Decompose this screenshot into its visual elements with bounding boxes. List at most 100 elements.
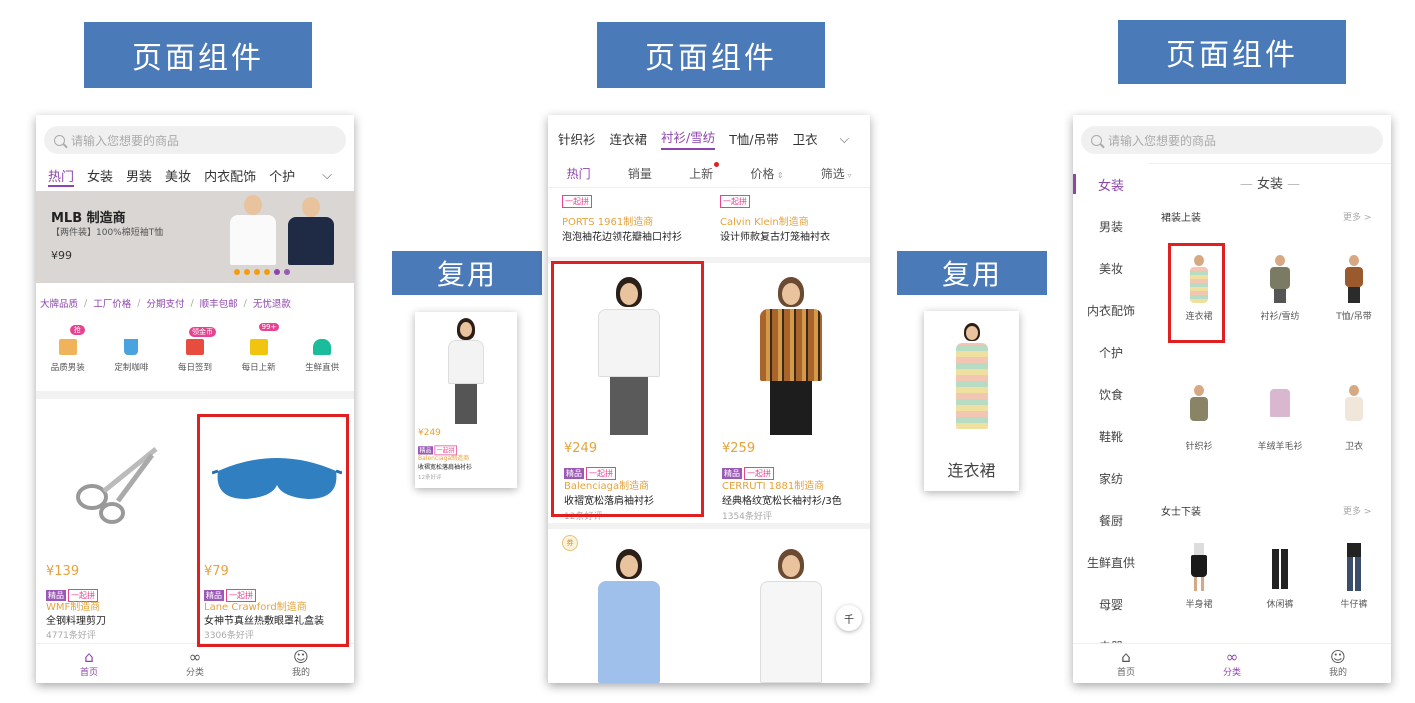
custom-coffee-icon	[124, 339, 139, 355]
partial-product-card[interactable]: 券	[548, 529, 708, 683]
icon-badge: 99+	[258, 323, 280, 331]
sidebar-item-food[interactable]: 饮食	[1073, 373, 1149, 415]
partial-product-card[interactable]: 一起拼 PORTS 1961制造商 泡泡袖花边领花瓣袖口衬衫	[548, 191, 708, 255]
sidebar-item-women[interactable]: 女装	[1073, 163, 1149, 205]
filter-label: 筛选	[820, 167, 845, 181]
more-link[interactable]: 更多 >	[1343, 210, 1371, 223]
category-thumb-jeans[interactable]: 牛仔裤	[1324, 543, 1384, 610]
nav-tab-hot[interactable]: 热门	[48, 166, 74, 185]
search-input[interactable]: 请输入您想要的商品	[1081, 126, 1383, 154]
divider	[36, 391, 354, 399]
category-thumb-hoodie[interactable]: 卫衣	[1324, 385, 1384, 452]
product-image	[756, 549, 826, 683]
more-link[interactable]: 更多 >	[1343, 504, 1371, 517]
sort-sales[interactable]: 销量	[628, 165, 652, 182]
skirt-image	[1188, 543, 1210, 591]
sidebar-item-care[interactable]: 个护	[1073, 331, 1149, 373]
shirt-image	[1269, 255, 1291, 303]
shortcut-custom-coffee[interactable]: 定制咖啡	[103, 325, 159, 385]
nav-tab-underwear[interactable]: 内衣配饰	[204, 166, 256, 185]
sidebar-item-fresh[interactable]: 生鲜直供	[1073, 541, 1149, 583]
product-card[interactable]: ¥259 精品 一起拼 CERRUTI 1881制造商 经典格纹宽松长袖衬衫/3色…	[710, 263, 870, 523]
tab-home[interactable]: ⌂ 首页	[1096, 649, 1156, 678]
chevron-down-icon[interactable]: ⌵	[840, 131, 849, 147]
coupon-badge-icon: 券	[562, 535, 578, 551]
tab-label: 我的	[291, 668, 310, 678]
sidebar-item-kitchen[interactable]: 餐厨	[1073, 499, 1149, 541]
subcategory-dress[interactable]: 连衣裙	[610, 129, 648, 148]
shortcut-label: 每日上新	[241, 363, 276, 373]
scroll-to-top-button[interactable]: 千	[836, 605, 862, 631]
bottom-tab-bar: ⌂ 首页 ∞ 分类 ☺ 我的	[1073, 643, 1391, 683]
sidebar-item-shoes[interactable]: 鞋靴	[1073, 415, 1149, 457]
feature-separator: /	[84, 297, 88, 309]
tab-label: 分类	[1222, 668, 1241, 678]
sidebar-item-men[interactable]: 男装	[1073, 205, 1149, 247]
pants-image	[1269, 543, 1291, 591]
sidebar-item-beauty[interactable]: 美妆	[1073, 247, 1149, 289]
sidebar-item-underwear[interactable]: 内衣配饰	[1073, 289, 1149, 331]
shortcut-fresh-supply[interactable]: 生鲜直供	[294, 325, 350, 385]
highlight-box	[1168, 243, 1225, 343]
highlight-box	[551, 261, 704, 517]
shortcut-daily-checkin[interactable]: 领金币 每日签到	[167, 325, 223, 385]
nav-tab-care[interactable]: 个护	[269, 166, 295, 185]
tab-mine[interactable]: ☺ 我的	[1308, 649, 1368, 678]
icon-badge: 抢	[69, 325, 85, 335]
tab-label: 我的	[1328, 668, 1347, 678]
subcategory-tshirt[interactable]: T恤/吊带	[729, 129, 778, 148]
shortcut-label: 每日签到	[177, 363, 212, 373]
filter-button[interactable]: 筛选 ▿	[821, 165, 852, 182]
category-thumb-shirt[interactable]: 衬衫/雪纺	[1250, 255, 1310, 322]
tab-home[interactable]: ⌂ 首页	[59, 649, 119, 678]
shortcut-label: 品质男装	[50, 363, 85, 373]
shortcut-quality-menswear[interactable]: 抢 品质男装	[40, 325, 96, 385]
category-thumb-casual-pants[interactable]: 休闲裤	[1250, 543, 1310, 610]
scissors-image	[64, 439, 164, 529]
product-card[interactable]: ¥139 精品 一起拼 WMF制造商 全钢料理剪刀 4771条好评	[36, 399, 194, 643]
thumb-label: 羊绒羊毛衫	[1257, 442, 1303, 452]
search-input[interactable]: 请输入您想要的商品	[44, 126, 346, 154]
feature-item: 工厂价格	[93, 299, 132, 310]
category-thumb-knitwear[interactable]: 针织衫	[1169, 385, 1229, 452]
product-name: 经典格纹宽松长袖衬衫/3色	[722, 496, 842, 507]
tab-category[interactable]: ∞ 分类	[1202, 649, 1262, 678]
sort-new[interactable]: 上新	[689, 162, 720, 182]
reuse-label-1: 复用	[392, 251, 542, 295]
category-thumb-tshirt[interactable]: T恤/吊带	[1324, 255, 1384, 322]
promo-banner[interactable]: MLB 制造商 【两件装】100%棉短袖T恤 ¥99	[36, 191, 354, 283]
dress-image	[954, 323, 990, 433]
product-brand: Balenciaga制造商	[418, 455, 470, 462]
nav-tab-beauty[interactable]: 美妆	[165, 166, 191, 185]
subcategory-shirt[interactable]: 衬衫/雪纺	[661, 127, 716, 150]
category-icon: ∞	[188, 648, 202, 666]
subcategory-knitwear[interactable]: 针织衫	[558, 129, 596, 148]
sidebar-item-home-textile[interactable]: 家纺	[1073, 457, 1149, 499]
product-name: 设计师款复古灯笼袖衬衣	[720, 232, 830, 243]
category-thumb-skirt[interactable]: 半身裙	[1169, 543, 1229, 610]
sidebar-item-appliance[interactable]: 电器	[1073, 625, 1149, 644]
nav-tab-men[interactable]: 男装	[126, 166, 152, 185]
sort-price[interactable]: 价格 ⇕	[750, 165, 783, 182]
tab-category[interactable]: ∞ 分类	[165, 649, 225, 678]
banner-price: ¥99	[51, 249, 72, 262]
tab-mine[interactable]: ☺ 我的	[271, 649, 331, 678]
reused-product-card: ¥249 精品 一起拼 Balenciaga制造商 收褶宽松落肩袖衬衫 12条好评	[415, 312, 517, 488]
section-title: 女士下装	[1161, 507, 1201, 518]
partial-product-card[interactable]: 一起拼 Calvin Klein制造商 设计师款复古灯笼袖衬衣	[710, 191, 870, 255]
shortcut-daily-new[interactable]: 99+ 每日上新	[231, 323, 287, 385]
search-placeholder: 请输入您想要的商品	[1108, 133, 1217, 148]
shortcut-label: 生鲜直供	[305, 363, 340, 373]
sort-hot[interactable]: 热门	[567, 165, 591, 182]
category-thumb-cashmere[interactable]: 羊绒羊毛衫	[1250, 385, 1310, 452]
sidebar-item-baby[interactable]: 母婴	[1073, 583, 1149, 625]
product-brand: PORTS 1961制造商	[562, 217, 654, 228]
category-nav: 热门 女装 男装 美妆 内衣配饰 个护 ⌵	[48, 165, 348, 185]
search-icon	[54, 134, 65, 146]
nav-tab-women[interactable]: 女装	[87, 166, 113, 185]
thumb-label: T恤/吊带	[1336, 312, 1372, 322]
feature-item: 分期支付	[146, 299, 185, 310]
tag-group-buy: 一起拼	[720, 195, 750, 208]
subcategory-hoodie[interactable]: 卫衣	[793, 129, 818, 148]
chevron-down-icon[interactable]: ⌵	[322, 168, 332, 183]
